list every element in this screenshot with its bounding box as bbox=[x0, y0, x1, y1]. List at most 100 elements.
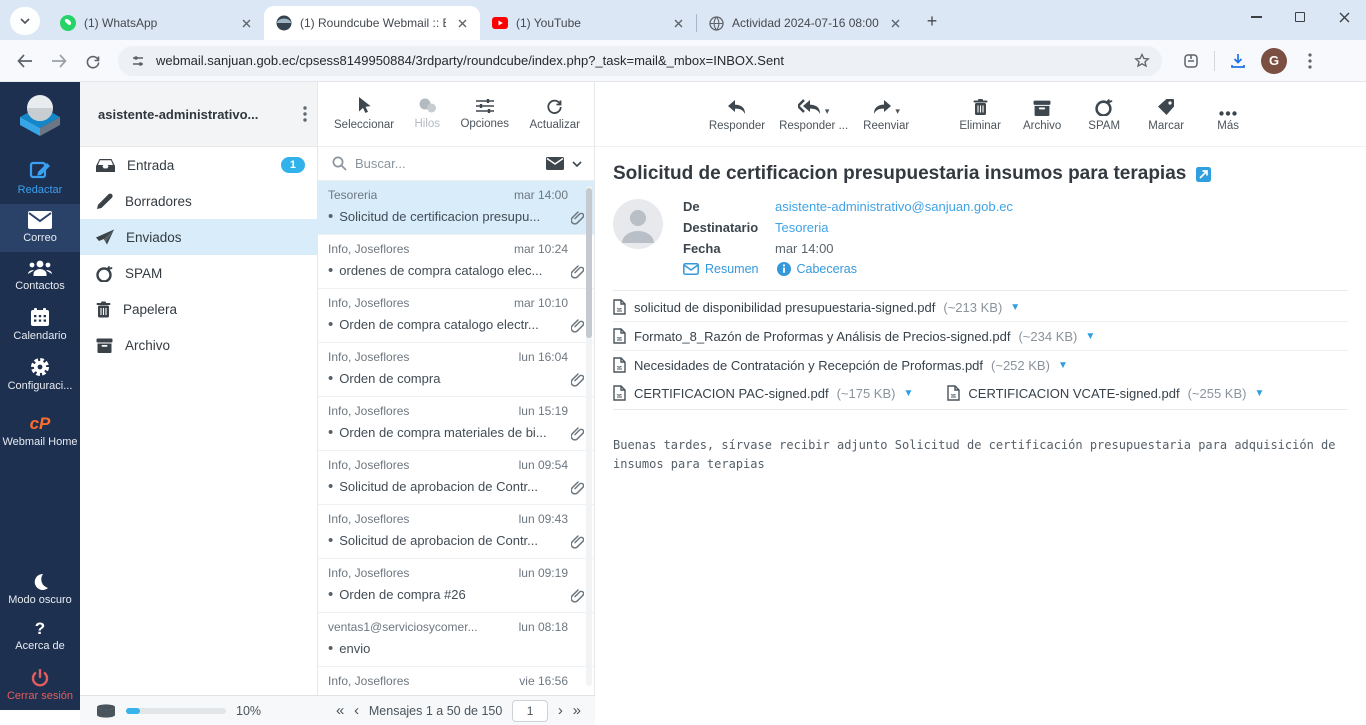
spam-button[interactable]: SPAM bbox=[1080, 94, 1128, 132]
sidebar-item-redactar[interactable]: Redactar bbox=[0, 152, 80, 204]
profile-avatar[interactable]: G bbox=[1261, 48, 1287, 74]
tab-youtube[interactable]: (1) YouTube bbox=[480, 6, 696, 40]
attachment-name[interactable]: Necesidades de Contratación y Recepción … bbox=[634, 358, 983, 373]
delete-button[interactable]: Eliminar bbox=[956, 94, 1004, 132]
attachment-item[interactable]: Necesidades de Contratación y Recepción … bbox=[613, 351, 1348, 379]
sidebar-item-calendario[interactable]: Calendario bbox=[0, 300, 80, 350]
site-settings-icon[interactable] bbox=[130, 54, 146, 68]
attachment-download-caret-icon[interactable]: ▼ bbox=[1254, 388, 1264, 399]
window-maximize-button[interactable] bbox=[1278, 0, 1322, 34]
message-row[interactable]: Info, Joseflores lun 09:19 • Orden de co… bbox=[318, 559, 594, 613]
attachment-name[interactable]: Formato_8_Razón de Proformas y Análisis … bbox=[634, 329, 1010, 344]
page-number-input[interactable] bbox=[512, 700, 548, 722]
attachment-name[interactable]: CERTIFICACION VCATE-signed.pdf bbox=[968, 386, 1179, 401]
sidebar-item-cerrar-sesion[interactable]: Cerrar sesión bbox=[0, 662, 80, 710]
scrollbar-thumb[interactable] bbox=[586, 188, 592, 338]
archive-button[interactable]: Archivo bbox=[1018, 94, 1066, 132]
last-page-button[interactable]: » bbox=[573, 702, 581, 719]
attachment-download-caret-icon[interactable]: ▼ bbox=[1058, 360, 1068, 371]
sidebar-item-contactos[interactable]: Contactos bbox=[0, 252, 80, 300]
message-row[interactable]: Info, Joseflores lun 09:54 • Solicitud d… bbox=[318, 451, 594, 505]
message-row[interactable]: Info, Joseflores lun 16:04 • Orden de co… bbox=[318, 343, 594, 397]
headers-button[interactable]: Cabeceras bbox=[777, 262, 857, 276]
prev-page-button[interactable]: ‹ bbox=[354, 702, 359, 719]
sidebar-item-acerca-de[interactable]: ? Acerca de bbox=[0, 614, 80, 660]
folder-entrada[interactable]: Entrada 1 bbox=[80, 147, 317, 183]
attachment-item[interactable]: CERTIFICACION VCATE-signed.pdf (~255 KB)… bbox=[947, 379, 1298, 407]
attachment-name[interactable]: CERTIFICACION PAC-signed.pdf bbox=[634, 386, 829, 401]
back-button[interactable] bbox=[8, 44, 42, 78]
message-subject: Solicitud de aprobacion de Contr... bbox=[339, 479, 568, 494]
folder-enviados[interactable]: Enviados bbox=[80, 219, 317, 255]
tab-search-button[interactable] bbox=[10, 7, 40, 35]
reload-button[interactable] bbox=[76, 44, 110, 78]
url-text[interactable]: webmail.sanjuan.gob.ec/cpsess8149950884/… bbox=[156, 53, 1124, 68]
tab-close-icon[interactable] bbox=[887, 15, 903, 31]
tab-close-icon[interactable] bbox=[670, 15, 686, 31]
paperclip-icon bbox=[571, 588, 584, 603]
attachment-item[interactable]: CERTIFICACION PAC-signed.pdf (~175 KB) ▼ bbox=[613, 379, 947, 407]
threads-button[interactable]: Hilos bbox=[415, 98, 441, 130]
forward-button[interactable] bbox=[42, 44, 76, 78]
first-page-button[interactable]: « bbox=[336, 702, 344, 719]
tab-close-icon[interactable] bbox=[454, 15, 470, 31]
forward-button[interactable]: ▾ Reenviar bbox=[862, 94, 910, 132]
paperclip-icon bbox=[571, 426, 584, 441]
folder-options-kebab-icon[interactable] bbox=[303, 106, 307, 122]
address-bar[interactable]: webmail.sanjuan.gob.ec/cpsess8149950884/… bbox=[118, 46, 1162, 76]
attachment-download-caret-icon[interactable]: ▼ bbox=[1010, 302, 1020, 313]
select-button[interactable]: Seleccionar bbox=[334, 97, 394, 131]
summary-button[interactable]: Resumen bbox=[683, 262, 759, 276]
extensions-icon[interactable] bbox=[1174, 44, 1208, 78]
message-row[interactable]: Info, Joseflores lun 15:19 • Orden de co… bbox=[318, 397, 594, 451]
attachment-download-caret-icon[interactable]: ▼ bbox=[1085, 331, 1095, 342]
message-row[interactable]: ventas1@serviciosycomer... lun 08:18 • e… bbox=[318, 613, 594, 667]
search-options-chevron-icon[interactable] bbox=[572, 161, 582, 167]
sidebar-item-modo-oscuro[interactable]: Modo oscuro bbox=[0, 566, 80, 614]
tab-whatsapp[interactable]: (1) WhatsApp bbox=[48, 6, 264, 40]
refresh-button[interactable]: Actualizar bbox=[529, 98, 580, 131]
sidebar-item-configuracion[interactable]: Configuraci... bbox=[0, 350, 80, 400]
attachment-item[interactable]: solicitud de disponibilidad presupuestar… bbox=[613, 293, 1348, 322]
help-icon: ? bbox=[35, 621, 45, 637]
new-tab-button[interactable]: + bbox=[919, 8, 945, 34]
window-minimize-button[interactable] bbox=[1234, 0, 1278, 34]
attachment-item[interactable]: Formato_8_Razón de Proformas y Análisis … bbox=[613, 322, 1348, 351]
search-input[interactable] bbox=[355, 156, 538, 171]
attachment-download-caret-icon[interactable]: ▼ bbox=[903, 388, 913, 399]
sidebar-item-webmail-home[interactable]: cP Webmail Home bbox=[0, 408, 80, 456]
sidebar-item-correo[interactable]: Correo bbox=[0, 204, 80, 252]
next-page-button[interactable]: › bbox=[558, 702, 563, 719]
contacts-icon bbox=[27, 259, 53, 277]
reply-all-button[interactable]: ▾ Responder ... bbox=[779, 94, 848, 132]
folder-borradores[interactable]: Borradores bbox=[80, 183, 317, 219]
message-row[interactable]: Info, Joseflores mar 10:24 • ordenes de … bbox=[318, 235, 594, 289]
tab-close-icon[interactable] bbox=[238, 15, 254, 31]
folder-papelera[interactable]: Papelera bbox=[80, 291, 317, 327]
window-close-button[interactable] bbox=[1322, 0, 1366, 34]
tab-actividad[interactable]: Actividad 2024-07-16 08:00:00 bbox=[697, 6, 913, 40]
chrome-menu-icon[interactable] bbox=[1293, 44, 1327, 78]
open-in-new-window-icon[interactable] bbox=[1196, 167, 1211, 182]
message-row[interactable]: Info, Joseflores mar 10:10 • Orden de co… bbox=[318, 289, 594, 343]
folder-spam[interactable]: SPAM bbox=[80, 255, 317, 291]
power-icon bbox=[31, 669, 49, 687]
reply-button[interactable]: Responder bbox=[709, 94, 765, 132]
bookmark-star-icon[interactable] bbox=[1134, 53, 1150, 69]
attachment-name[interactable]: solicitud de disponibilidad presupuestar… bbox=[634, 300, 935, 315]
message-row[interactable]: Info, Joseflores vie 16:56 • bbox=[318, 667, 594, 695]
list-scrollbar[interactable] bbox=[586, 186, 592, 686]
tab-roundcube[interactable]: (1) Roundcube Webmail :: Envia bbox=[264, 6, 480, 40]
unread-dot: • bbox=[328, 320, 333, 330]
from-address[interactable]: asistente-administrativo@sanjuan.gob.ec bbox=[775, 199, 1013, 214]
scope-envelope-icon[interactable] bbox=[546, 157, 564, 170]
mark-button[interactable]: Marcar bbox=[1142, 94, 1190, 132]
options-button[interactable]: Opciones bbox=[460, 98, 509, 130]
downloads-icon[interactable] bbox=[1221, 44, 1255, 78]
to-address[interactable]: Tesoreria bbox=[775, 220, 828, 235]
message-row[interactable]: Info, Joseflores lun 09:43 • Solicitud d… bbox=[318, 505, 594, 559]
more-button[interactable]: Más bbox=[1204, 94, 1252, 132]
message-row[interactable]: Tesoreria mar 14:00 • Solicitud de certi… bbox=[318, 181, 594, 235]
folder-archivo[interactable]: Archivo bbox=[80, 327, 317, 363]
attachment-size: (~213 KB) bbox=[943, 300, 1002, 315]
